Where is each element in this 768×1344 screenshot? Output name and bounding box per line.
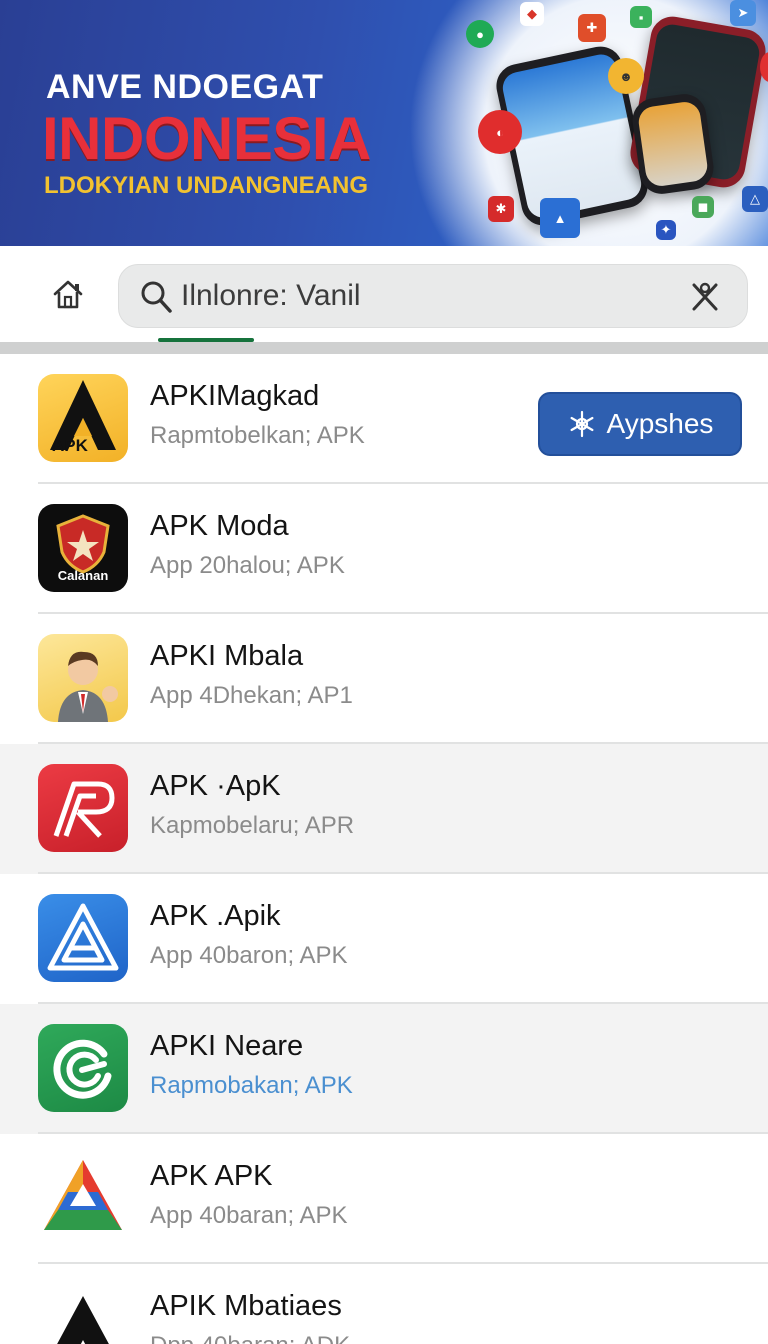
list-item[interactable]: APK .Apik App 40baron; APK (0, 874, 768, 1004)
app-icon: ✚ (578, 14, 606, 42)
app-name: APKIMagkad (150, 380, 320, 412)
app-icon: ▪ (630, 6, 652, 28)
search-query: Ilnlonre: Vanil (181, 279, 361, 312)
app-subtitle: Dpp 40baran: ADK (150, 1332, 350, 1344)
app-icon: ➤ (730, 0, 756, 26)
app-icon: APK (38, 374, 128, 462)
app-icon: ☻ (608, 58, 644, 94)
app-subtitle: App 40baron; APK (150, 942, 348, 969)
section-divider (0, 342, 768, 354)
app-subtitle: App 40baran; APK (150, 1202, 348, 1229)
home-icon (53, 280, 83, 309)
search-input[interactable]: Ilnlonre: Vanil (118, 264, 748, 328)
app-icon (38, 1024, 128, 1112)
app-subtitle: Rapmobakan; APK (150, 1072, 353, 1099)
app-subtitle: App 20halou; APK (150, 552, 345, 579)
banner-title: INDONESIA (42, 105, 371, 172)
app-icon (38, 1284, 128, 1344)
app-name: APKI Neare (150, 1030, 304, 1062)
app-icon: ● (466, 20, 494, 48)
list-item[interactable]: APK APKIMagkad Rapmtobelkan; APK Aypshes (0, 354, 768, 484)
person-icon (58, 651, 118, 722)
app-icon: ✦ (656, 220, 676, 240)
promo-banner[interactable]: ANVE NDOEGAT INDONESIA LDOKYIAN UNDANGNE… (0, 0, 768, 246)
app-icon (38, 634, 128, 722)
search-icon (141, 281, 172, 313)
app-subtitle: Kapmobelaru; APR (150, 812, 355, 839)
clear-icon[interactable] (687, 277, 723, 315)
app-name: APK ·ApK (150, 770, 281, 802)
app-icon (38, 894, 128, 982)
app-icon (38, 1154, 128, 1242)
app-icon (38, 764, 128, 852)
install-button-label: Aypshes (606, 408, 714, 439)
banner-headline: ANVE NDOEGAT (46, 68, 324, 106)
app-icon: ◆ (520, 2, 544, 26)
home-button[interactable] (46, 274, 90, 314)
app-icon-label: APK (52, 436, 88, 455)
app-name: APKI Mbala (150, 640, 304, 672)
list-item[interactable]: APKI Neare Rapmobakan; APK (0, 1004, 768, 1134)
install-button[interactable]: Aypshes (538, 392, 742, 456)
app-subtitle: Rapmtobelkan; APK (150, 422, 365, 449)
list-item[interactable]: APIK Mbatiaes Dpp 40baran: ADK (0, 1264, 768, 1344)
app-name: APK .Apik (150, 900, 281, 932)
app-name: APIK Mbatiaes (150, 1290, 342, 1322)
app-name: APK Moda (150, 510, 289, 542)
banner-subtitle: LDOKYIAN UNDANGNEANG (44, 172, 368, 199)
app-icon: ▲ (540, 198, 580, 238)
list-item[interactable]: Calanan APK Moda App 20halou; APK (0, 484, 768, 614)
app-icon-label: Calanan (57, 568, 109, 583)
phone-illustration (629, 91, 717, 197)
app-icon: ◼ (692, 196, 714, 218)
app-name: APK APK (150, 1160, 273, 1192)
app-icon: Calanan (38, 504, 128, 592)
app-icon: ✱ (488, 196, 514, 222)
search-bar-row: Ilnlonre: Vanil (0, 246, 768, 342)
app-icon: △ (742, 186, 768, 212)
snowflake-icon (570, 410, 594, 438)
list-item[interactable]: APK APK App 40baran; APK (0, 1134, 768, 1264)
app-subtitle: App 4Dhekan; AP1 (150, 682, 353, 709)
app-icon: ◐ (478, 110, 522, 154)
list-item[interactable]: APK ·ApK Kapmobelaru; APR (0, 744, 768, 874)
list-item[interactable]: APKI Mbala App 4Dhekan; AP1 (0, 614, 768, 744)
